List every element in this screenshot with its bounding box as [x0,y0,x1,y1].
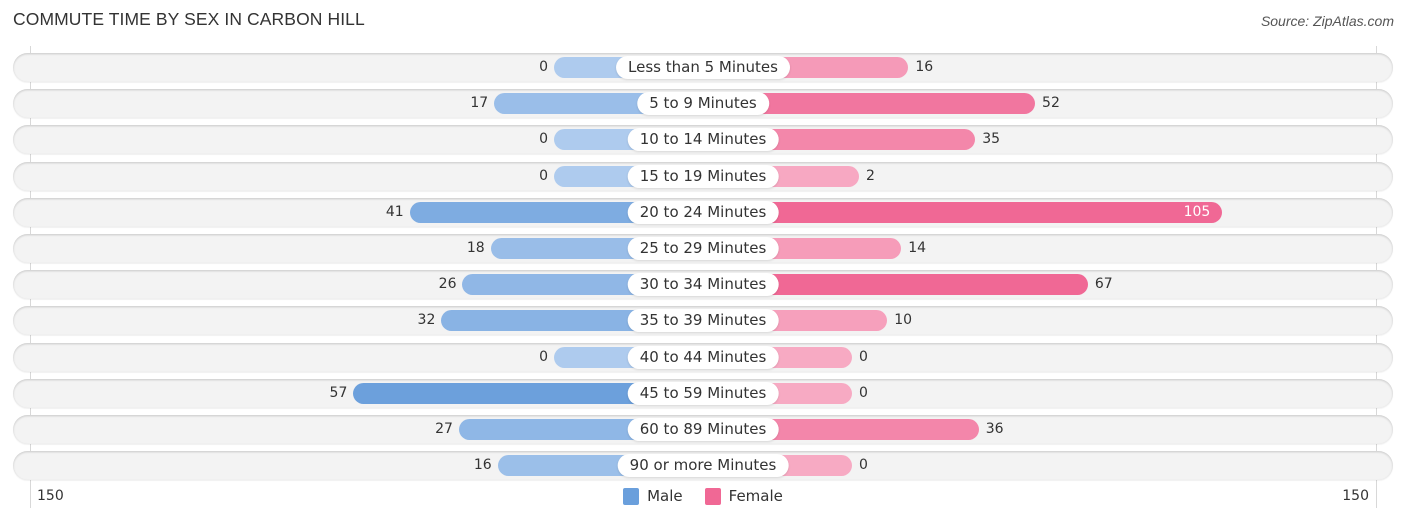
female-value-label: 105 [1183,203,1211,220]
male-value-label: 0 [539,59,548,75]
category-label: 5 to 9 Minutes [637,92,769,116]
female-value-label: 52 [1042,95,1060,112]
category-label: 40 to 44 Minutes [627,345,779,369]
source-label: Source: ZipAtlas.com [1260,13,1394,29]
category-label: 60 to 89 Minutes [627,418,779,441]
female-bar[interactable] [703,201,1222,223]
legend-swatch-male [623,487,640,505]
male-value-label: 0 [539,131,548,148]
male-value-label: 26 [438,276,457,293]
male-value-label: 27 [435,421,453,437]
male-value-label: 0 [539,167,548,184]
female-value-label: 2 [866,167,875,184]
male-value-label: 17 [470,95,489,112]
category-label: Less than 5 Minutes [616,56,790,79]
legend-label-female: Female [728,487,783,505]
female-value-label: 16 [915,59,934,75]
legend-item-female[interactable]: Female [704,487,783,505]
male-value-label: 18 [466,240,485,256]
female-value-label: 14 [908,240,927,256]
male-value-label: 57 [329,384,348,401]
male-value-label: 0 [539,348,548,365]
male-value-label: 32 [417,312,436,329]
female-value-label: 0 [859,457,868,474]
female-value-label: 36 [985,421,1004,437]
category-label: 15 to 19 Minutes [627,164,779,188]
female-value-label: 67 [1094,276,1113,293]
legend-swatch-female [704,487,721,505]
female-value-label: 10 [894,312,913,329]
category-label: 30 to 34 Minutes [627,273,779,297]
legend: Male Female [0,487,1406,505]
category-label: 25 to 29 Minutes [627,237,779,260]
legend-label-male: Male [647,487,683,505]
category-label: 20 to 24 Minutes [627,200,779,224]
category-label: 10 to 14 Minutes [627,128,779,152]
male-value-label: 41 [385,203,404,220]
female-value-label: 0 [859,384,868,401]
male-value-label: 16 [473,457,492,474]
category-label: 35 to 39 Minutes [627,309,779,333]
female-value-label: 0 [859,348,868,365]
chart-title: COMMUTE TIME BY SEX IN CARBON HILL [13,9,365,29]
category-label: 90 or more Minutes [617,454,789,478]
category-label: 45 to 59 Minutes [627,381,779,405]
female-value-label: 35 [982,131,1001,148]
legend-item-male[interactable]: Male [623,487,683,505]
